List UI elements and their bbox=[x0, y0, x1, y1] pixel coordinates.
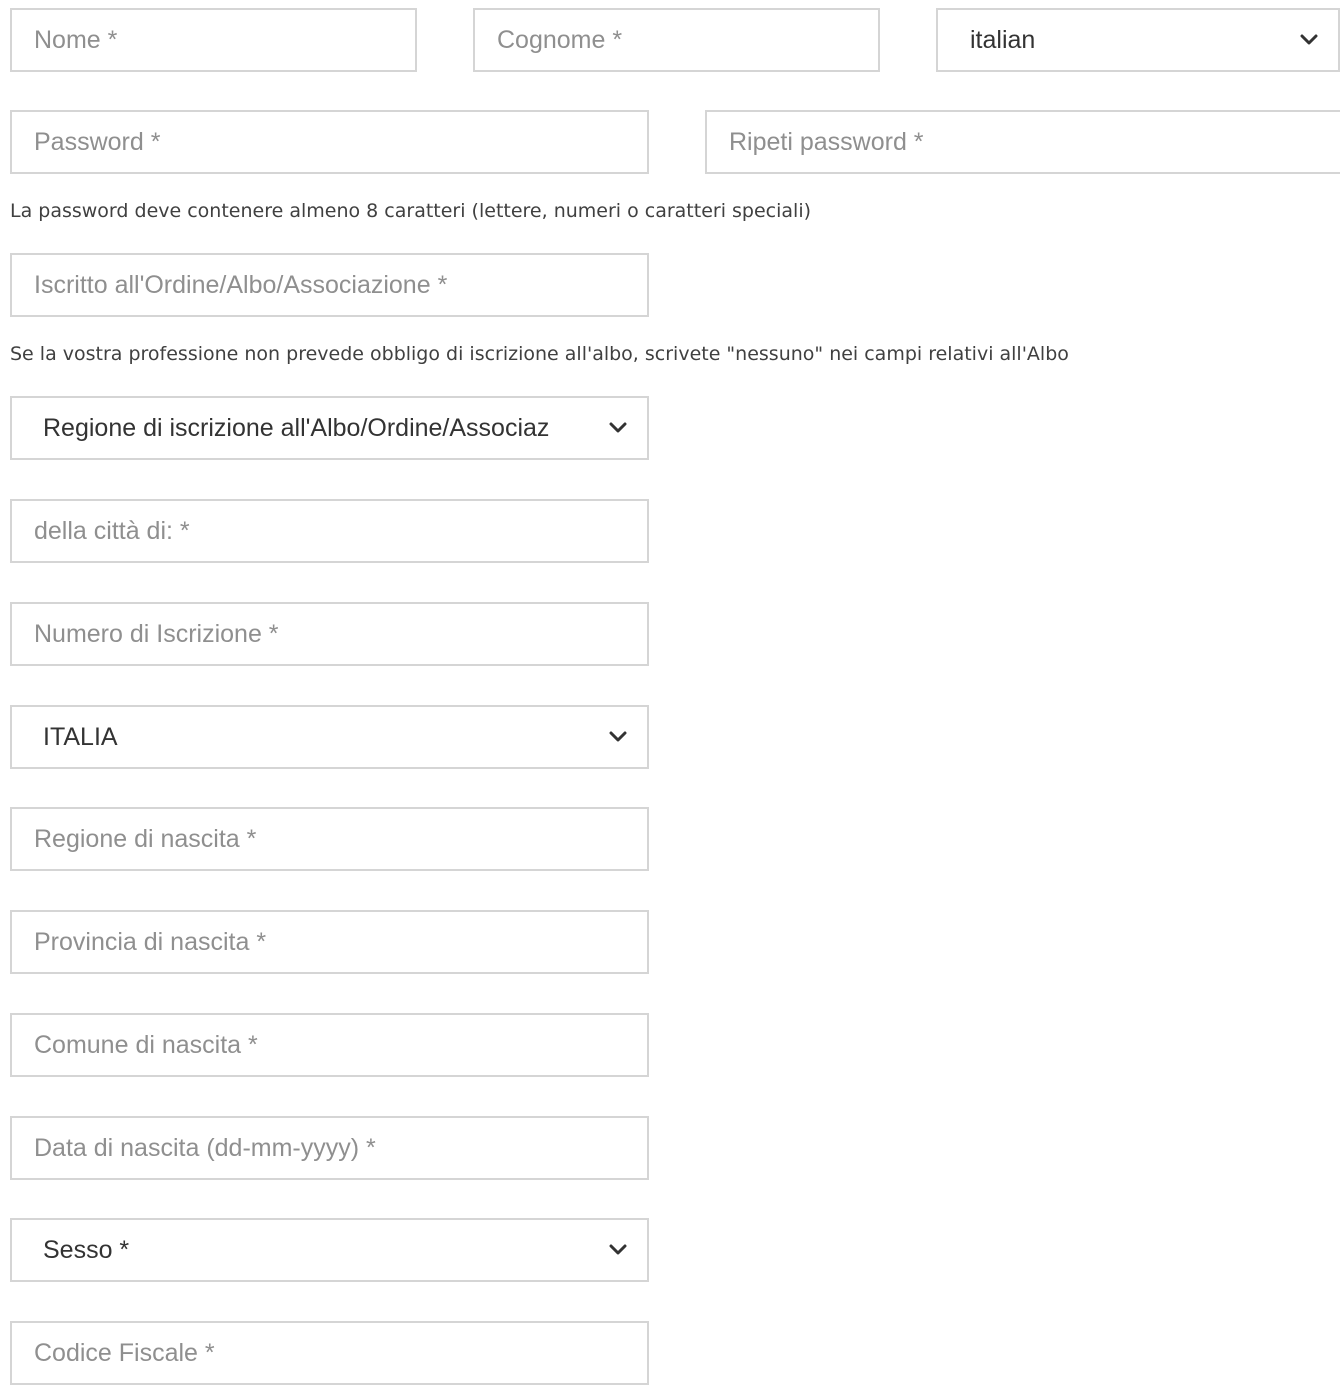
comune-nascita-input[interactable] bbox=[12, 1015, 647, 1075]
iscritto-input[interactable] bbox=[12, 255, 647, 315]
paese-select-value: ITALIA bbox=[43, 722, 118, 751]
sesso-select[interactable]: Sesso * bbox=[10, 1218, 649, 1282]
provincia-nascita-input[interactable] bbox=[12, 912, 647, 972]
language-select-value: italian bbox=[970, 25, 1036, 54]
comune-nascita-field[interactable] bbox=[10, 1013, 649, 1077]
cognome-input[interactable] bbox=[475, 10, 878, 70]
regione-nascita-field[interactable] bbox=[10, 807, 649, 871]
password-repeat-field[interactable] bbox=[705, 110, 1340, 174]
citta-field[interactable] bbox=[10, 499, 649, 563]
sesso-select-value: Sesso * bbox=[43, 1235, 130, 1264]
nome-input[interactable] bbox=[12, 10, 415, 70]
password-repeat-input[interactable] bbox=[707, 112, 1340, 172]
password-hint: La password deve contenere almeno 8 cara… bbox=[10, 200, 812, 222]
albo-hint: Se la vostra professione non prevede obb… bbox=[10, 343, 1069, 365]
chevron-down-icon bbox=[603, 1235, 633, 1265]
language-select[interactable]: italian bbox=[936, 8, 1340, 72]
paese-select[interactable]: ITALIA bbox=[10, 705, 649, 769]
nome-field[interactable] bbox=[10, 8, 417, 72]
cognome-field[interactable] bbox=[473, 8, 880, 72]
codice-fiscale-field[interactable] bbox=[10, 1321, 649, 1385]
chevron-down-icon bbox=[1294, 25, 1324, 55]
password-input[interactable] bbox=[12, 112, 647, 172]
regione-iscrizione-select[interactable]: Regione di iscrizione all'Albo/Ordine/As… bbox=[10, 396, 649, 460]
numero-iscrizione-input[interactable] bbox=[12, 604, 647, 664]
numero-iscrizione-field[interactable] bbox=[10, 602, 649, 666]
codice-fiscale-input[interactable] bbox=[12, 1323, 647, 1383]
provincia-nascita-field[interactable] bbox=[10, 910, 649, 974]
regione-nascita-input[interactable] bbox=[12, 809, 647, 869]
regione-iscrizione-select-value: Regione di iscrizione all'Albo/Ordine/As… bbox=[43, 413, 550, 442]
data-nascita-field[interactable] bbox=[10, 1116, 649, 1180]
data-nascita-input[interactable] bbox=[12, 1118, 647, 1178]
chevron-down-icon bbox=[603, 722, 633, 752]
password-field[interactable] bbox=[10, 110, 649, 174]
iscritto-field[interactable] bbox=[10, 253, 649, 317]
chevron-down-icon bbox=[603, 413, 633, 443]
citta-input[interactable] bbox=[12, 501, 647, 561]
